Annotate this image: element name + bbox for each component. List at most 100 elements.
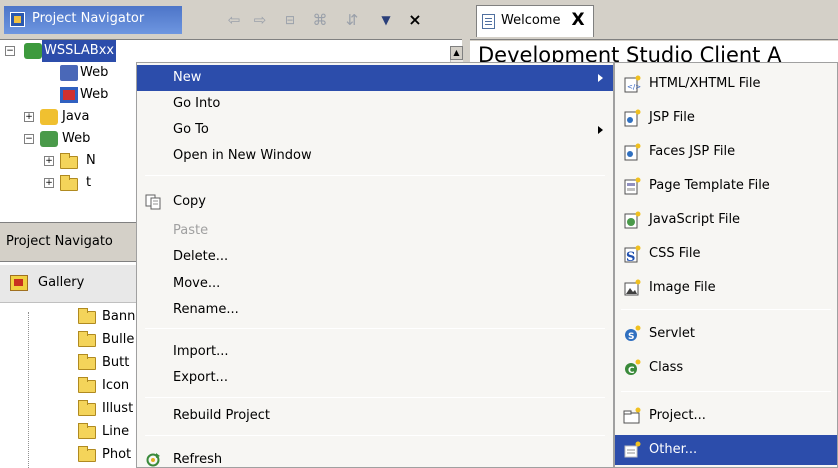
navigator-title-tab[interactable]: Project Navigator <box>4 6 182 34</box>
gallery-bar[interactable]: Gallery <box>0 265 138 303</box>
gallery-folder[interactable]: Bulle <box>102 329 134 351</box>
submenu-item-project[interactable]: Project... <box>615 401 837 431</box>
menu-item-open-in-new-window[interactable]: Open in New Window <box>137 143 613 169</box>
css-file-icon: S <box>623 245 641 265</box>
submenu-item-servlet[interactable]: S Servlet <box>615 319 837 349</box>
project-icon <box>623 407 641 425</box>
welcome-tab-label: Welcome <box>501 13 561 28</box>
filter-icon[interactable]: ⌘ <box>310 10 330 30</box>
menu-separator <box>145 397 605 398</box>
menu-item-import[interactable]: Import... <box>137 339 613 365</box>
submenu-item-css-file[interactable]: S CSS File <box>615 239 837 269</box>
lower-view-tab[interactable]: Project Navigato <box>0 222 138 262</box>
expand-expander[interactable]: + <box>24 112 34 122</box>
javascript-file-icon <box>623 211 641 229</box>
submenu-item-image-file[interactable]: Image File <box>615 273 837 303</box>
gallery-folder[interactable]: Butt <box>102 352 129 374</box>
close-tab-icon[interactable]: X <box>568 10 588 30</box>
copy-icon <box>145 194 161 210</box>
html-file-icon: </> <box>623 75 641 93</box>
document-icon <box>482 14 495 29</box>
folder-icon <box>78 331 96 347</box>
collapse-expander[interactable]: − <box>5 46 15 56</box>
menu-item-copy[interactable]: Copy <box>137 189 613 215</box>
menu-item-delete[interactable]: Delete... <box>137 244 613 270</box>
menu-item-new[interactable]: New <box>137 65 613 91</box>
submenu-item-other[interactable]: Other... <box>615 435 837 465</box>
web-content-folder-icon <box>40 131 58 147</box>
page-template-icon <box>623 177 641 195</box>
navigator-title: Project Navigator <box>32 11 145 26</box>
tree-item[interactable]: Java <box>62 106 89 128</box>
menu-separator <box>145 328 605 329</box>
gallery-folder[interactable]: Phot <box>102 444 131 466</box>
menu-separator <box>621 309 831 310</box>
folder-icon <box>78 446 96 462</box>
folder-icon <box>78 354 96 370</box>
submenu-item-jsp-file[interactable]: JSP File <box>615 103 837 133</box>
menu-item-refresh[interactable]: Refresh <box>137 447 613 468</box>
svg-text:S: S <box>626 250 635 263</box>
menu-separator <box>621 391 831 392</box>
gallery-folder[interactable]: Bann <box>102 306 135 328</box>
servlet-icon: S <box>623 325 641 343</box>
jsp-file-icon <box>623 109 641 127</box>
submenu-item-javascript-file[interactable]: JavaScript File <box>615 205 837 235</box>
scroll-up-arrow-icon[interactable]: ▲ <box>450 46 463 60</box>
gallery-folder[interactable]: Illust <box>102 398 133 420</box>
collapse-expander[interactable]: − <box>24 134 34 144</box>
java-resources-icon <box>40 109 58 125</box>
tree-item[interactable]: Web <box>80 62 108 84</box>
close-icon[interactable]: × <box>405 10 425 30</box>
expand-expander[interactable]: + <box>44 156 54 166</box>
submenu-arrow-icon <box>598 126 603 134</box>
gallery-label: Gallery <box>38 275 85 290</box>
submenu-item-faces-jsp-file[interactable]: Faces JSP File <box>615 137 837 167</box>
folder-icon <box>78 423 96 439</box>
tree-item[interactable]: t <box>86 172 91 194</box>
menu-item-go-into[interactable]: Go Into <box>137 91 613 117</box>
back-arrow-icon[interactable]: ⇦ <box>224 10 244 30</box>
folder-icon <box>78 308 96 324</box>
tree-item-project[interactable]: WSSLABxx <box>42 40 117 62</box>
project-icon <box>24 43 42 59</box>
tree-item[interactable]: N <box>86 150 96 172</box>
gallery-folder[interactable]: Line <box>102 421 129 443</box>
folder-icon <box>60 153 78 169</box>
svg-text:S: S <box>628 332 634 342</box>
collapse-all-icon[interactable]: ⊟ <box>280 10 300 30</box>
menu-item-export[interactable]: Export... <box>137 365 613 391</box>
svg-text:C: C <box>628 366 635 376</box>
submenu-item-page-template-file[interactable]: Page Template File <box>615 171 837 201</box>
image-file-icon <box>623 279 641 297</box>
folder-icon <box>78 400 96 416</box>
tree-guide-line <box>28 312 29 468</box>
submenu-item-class[interactable]: C Class <box>615 353 837 383</box>
menu-item-paste[interactable]: Paste <box>137 218 613 244</box>
web-deployment-icon <box>60 87 78 103</box>
view-menu-icon[interactable]: ▼ <box>376 10 396 30</box>
faces-jsp-icon <box>623 143 641 161</box>
lower-view-title: Project Navigato <box>6 234 113 249</box>
folder-icon <box>78 377 96 393</box>
menu-item-rename[interactable]: Rename... <box>137 297 613 323</box>
forward-arrow-icon[interactable]: ⇨ <box>250 10 270 30</box>
submenu-item-html-file[interactable]: </> HTML/XHTML File <box>615 69 837 99</box>
menu-item-move[interactable]: Move... <box>137 271 613 297</box>
submenu-arrow-icon <box>598 74 603 82</box>
gallery-folder[interactable]: Icon <box>102 375 129 397</box>
project-navigator-icon <box>10 12 25 27</box>
class-icon: C <box>623 359 641 377</box>
menu-item-go-to[interactable]: Go To <box>137 117 613 143</box>
menu-separator <box>145 435 605 436</box>
svg-text:</>: </> <box>627 83 641 91</box>
link-editor-icon[interactable]: ⇵ <box>342 10 362 30</box>
folder-icon <box>60 175 78 191</box>
expand-expander[interactable]: + <box>44 178 54 188</box>
gallery-icon <box>10 275 28 291</box>
tree-item[interactable]: Web <box>62 128 90 150</box>
web-content-icon <box>60 65 78 81</box>
menu-item-rebuild-project[interactable]: Rebuild Project <box>137 403 613 429</box>
context-menu: New Go Into Go To Open in New Window Cop… <box>136 62 614 468</box>
new-submenu: </> HTML/XHTML File JSP File Faces JSP F… <box>614 62 838 468</box>
